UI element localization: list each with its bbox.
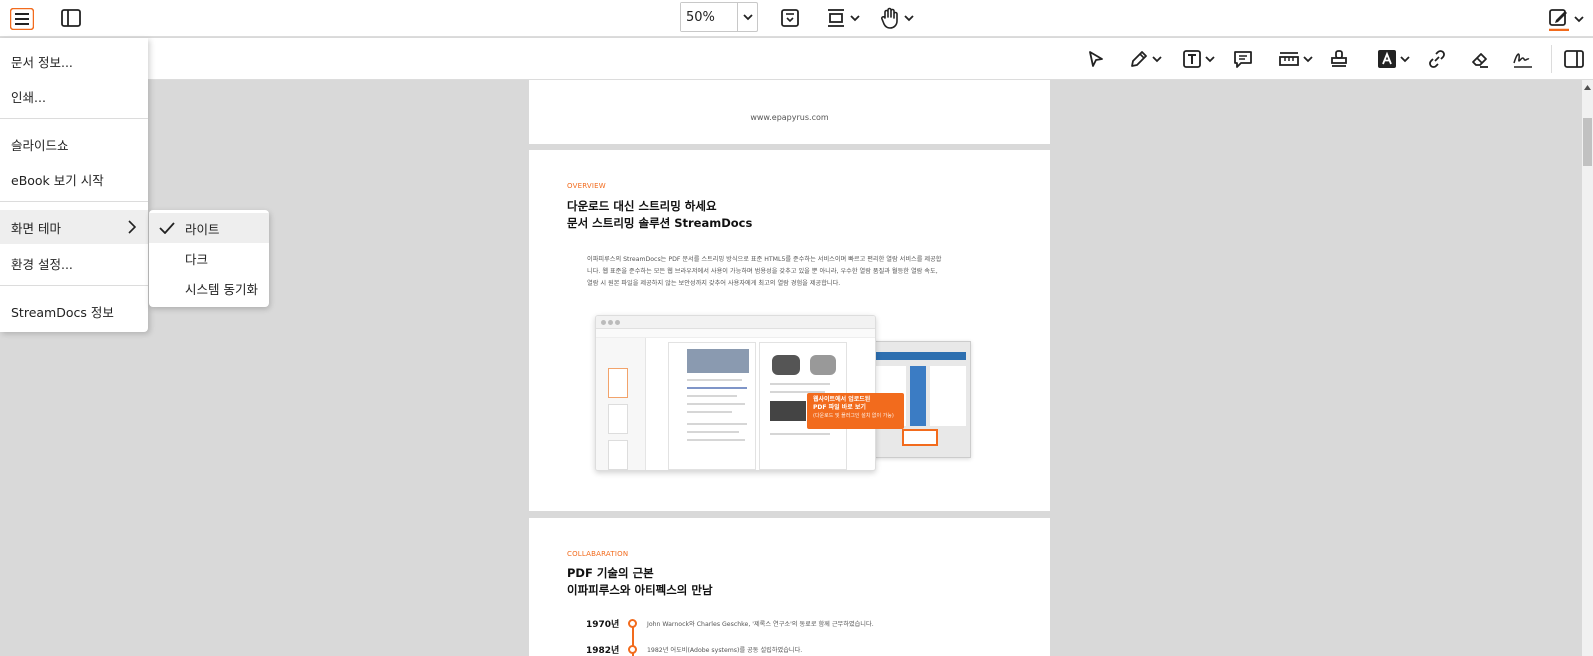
fit-page-button[interactable] (778, 5, 802, 31)
timeline-text: 1982년 어도비(Adobe systems)를 공동 설립하였습니다. (647, 647, 803, 654)
main-menu-button[interactable] (7, 5, 37, 33)
vertical-scrollbar[interactable] (1582, 80, 1593, 656)
page-layout-button[interactable] (823, 5, 863, 31)
main-menu-dropdown: 문서 정보... 인쇄... 슬라이드쇼 eBook 보기 시작 화면 테마 환… (0, 38, 148, 332)
menu-item-label: 화면 테마 (11, 220, 61, 236)
font-color-tool-button[interactable] (1372, 45, 1414, 73)
text-box-tool-button[interactable] (1177, 45, 1219, 73)
menu-item-slideshow[interactable]: 슬라이드쇼 (0, 127, 148, 161)
measure-icon (1278, 52, 1299, 66)
select-pointer-icon (1089, 51, 1103, 67)
document-page-1: www.epapyrus.com (529, 80, 1050, 144)
zoom-dropdown-button[interactable] (737, 3, 757, 31)
menu-item-screen-theme[interactable]: 화면 테마 (0, 210, 148, 244)
menu-item-print[interactable]: 인쇄... (0, 79, 148, 113)
menu-divider (0, 118, 148, 119)
callout-badge: 웹사이트에서 업로드된 PDF 파일 바로 보기 (다운로드 및 플러그인 설치… (807, 393, 904, 429)
menu-item-document-info[interactable]: 문서 정보... (0, 44, 148, 78)
eraser-tool-button[interactable] (1467, 45, 1493, 73)
paragraph-line: 니다. 웹 표준을 준수하는 모든 웹 브라우저에서 사용이 가능하며 범용성을… (587, 268, 938, 275)
select-tool-button[interactable] (1083, 45, 1109, 73)
eraser-icon (1472, 53, 1488, 68)
theme-submenu: 라이트 다크 시스템 동기화 (149, 210, 269, 307)
page-footer-url: www.epapyrus.com (750, 113, 829, 122)
annotation-toolbar (0, 38, 1593, 80)
section-heading-line2: 문서 스트리밍 솔루션 StreamDocs (567, 216, 753, 230)
menu-item-preferences[interactable]: 환경 설정... (0, 246, 148, 280)
sidebar-toggle-icon (61, 9, 81, 27)
timeline-dot (628, 645, 637, 654)
text-box-icon (1182, 50, 1201, 68)
timeline-year: 1970년 (586, 620, 620, 630)
chevron-right-icon (128, 220, 136, 234)
section-heading-line1: PDF 기술의 근본 (567, 566, 654, 580)
comment-tool-button[interactable] (1230, 45, 1256, 73)
callout-highlight-box (902, 429, 938, 446)
menu-item-ebook-view[interactable]: eBook 보기 시작 (0, 162, 148, 196)
measure-tool-button[interactable] (1274, 45, 1316, 73)
edit-mode-icon (1549, 9, 1569, 31)
top-toolbar (0, 0, 1593, 37)
pan-tool-button[interactable] (877, 5, 917, 31)
callout-title-line2: PDF 파일 바로 보기 (813, 404, 866, 411)
comment-icon (1234, 51, 1252, 68)
section-eyebrow: OVERVIEW (567, 182, 606, 190)
chevron-down-icon (1399, 56, 1410, 63)
menu-item-about[interactable]: StreamDocs 정보 (0, 294, 148, 328)
theme-option-label: 다크 (185, 251, 209, 267)
checkmark-icon (159, 222, 175, 234)
edit-mode-button[interactable] (1546, 4, 1586, 34)
menu-divider (0, 201, 148, 202)
paragraph-line: 열람 시 원본 파일을 제공하지 않는 보안성까지 갖추어 사용자에게 최고의 … (587, 280, 841, 287)
timeline-text: John Warnock와 Charles Geschke, '제록스 연구소'… (647, 621, 874, 628)
paragraph-line: 이파피루스의 StreamDocs는 PDF 문서를 스트리밍 방식으로 표준 … (587, 256, 942, 263)
signature-icon (1513, 53, 1532, 68)
chevron-down-icon (904, 15, 914, 22)
pen-tool-button[interactable] (1124, 45, 1166, 73)
link-icon (1429, 50, 1445, 68)
document-page-2: OVERVIEW 다운로드 대신 스트리밍 하세요 문서 스트리밍 솔루션 St… (529, 150, 1050, 511)
chevron-down-icon (1574, 16, 1584, 23)
stamp-icon (1331, 50, 1347, 67)
section-eyebrow: COLLABARATION (567, 550, 629, 558)
callout-subtitle: (다운로드 및 플러그인 설치 없이 가능) (813, 413, 894, 419)
theme-option-light[interactable]: 라이트 (149, 213, 269, 243)
document-page-3: COLLABARATION PDF 기술의 근본 이파피루스와 아티펙스의 만남… (529, 518, 1050, 656)
signature-tool-button[interactable] (1510, 45, 1536, 73)
theme-option-label: 라이트 (185, 221, 220, 237)
chevron-down-icon (1204, 56, 1215, 63)
fit-page-icon (781, 9, 799, 27)
sidebar-toggle-button[interactable] (58, 5, 84, 31)
page-layout-icon (828, 9, 844, 27)
chevron-down-icon (1302, 56, 1313, 63)
theme-option-system[interactable]: 시스템 동기화 (149, 273, 269, 303)
stamp-tool-button[interactable] (1326, 45, 1352, 73)
section-heading-line1: 다운로드 대신 스트리밍 하세요 (567, 199, 717, 213)
chevron-down-icon (850, 15, 860, 22)
chevron-down-icon (1151, 56, 1162, 63)
menu-icon (10, 8, 34, 30)
pen-icon (1130, 51, 1147, 67)
right-panel-toggle-button[interactable] (1561, 45, 1587, 73)
zoom-select[interactable] (680, 2, 758, 32)
pan-hand-icon (881, 7, 898, 29)
theme-option-dark[interactable]: 다크 (149, 243, 269, 273)
chevron-down-icon (742, 14, 753, 21)
scrollbar-thumb[interactable] (1583, 118, 1592, 166)
scroll-up-arrow-icon[interactable] (1583, 84, 1592, 91)
toolbar-divider (1551, 45, 1552, 73)
callout-title-line1: 웹사이트에서 업로드된 (813, 396, 871, 403)
font-color-icon (1377, 50, 1396, 68)
timeline-year: 1982년 (586, 646, 620, 656)
zoom-input[interactable] (681, 3, 737, 31)
link-tool-button[interactable] (1424, 45, 1450, 73)
timeline-dot (628, 619, 637, 628)
section-heading-line2: 이파피루스와 아티펙스의 만남 (567, 583, 713, 597)
right-panel-icon (1564, 50, 1584, 68)
menu-divider (0, 285, 148, 286)
theme-option-label: 시스템 동기화 (185, 281, 258, 297)
